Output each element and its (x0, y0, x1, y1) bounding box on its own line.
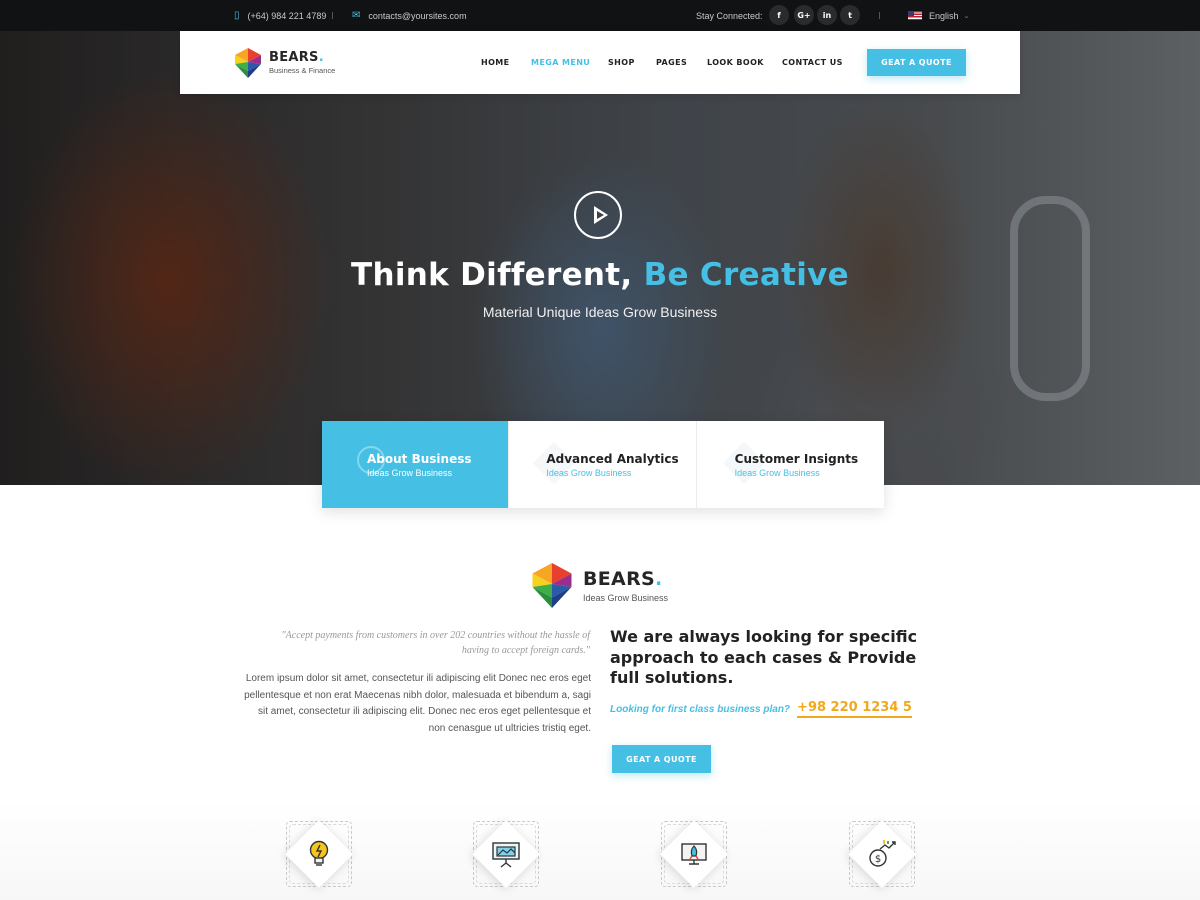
get-quote-button[interactable]: GEAT A QUOTE (867, 49, 966, 76)
logo-wordmark: BEARS. (583, 567, 668, 590)
feature-subtitle: Ideas Grow Business (546, 468, 632, 478)
logo-name: BEARS (583, 567, 655, 590)
logo-wordmark: BEARS. (269, 51, 335, 65)
service-card-growth[interactable]: $ (848, 820, 916, 888)
linkedin-icon[interactable]: in (817, 5, 837, 25)
hero-subtitle: Material Unique Ideas Grow Business (482, 304, 718, 320)
topbar-divider (879, 12, 880, 19)
presentation-board-icon (473, 821, 539, 887)
feature-title: About Business (367, 452, 472, 466)
topbar-phone-text: (+64) 984 221 4789 (247, 10, 327, 21)
stay-connected-label: Stay Connected: (696, 10, 763, 21)
menu-item-contact-us[interactable]: CONTACT US (782, 58, 843, 67)
play-video-button[interactable] (574, 191, 622, 239)
twitter-icon[interactable]: t (840, 5, 860, 25)
about-paragraph: Lorem ipsum dolor sit amet, consectetur … (244, 673, 591, 734)
lightbulb-icon (286, 821, 352, 887)
hero-title-plain: Think Different, (351, 257, 633, 293)
language-label: English (929, 10, 959, 21)
feature-title: Customer Insignts (734, 452, 859, 466)
contact-phone-link[interactable]: +98 220 1234 5 (797, 700, 912, 718)
about-heading: We are always looking for specific appro… (610, 627, 918, 687)
svg-text:$: $ (875, 854, 881, 865)
services-background (0, 800, 1200, 900)
logo-name: BEARS (269, 50, 319, 65)
mobile-phone-icon: ▯ (234, 10, 240, 21)
bears-logo-icon (235, 48, 261, 78)
envelope-icon: ✉ (352, 10, 361, 21)
business-plan-line: Looking for first class business plan? +… (610, 700, 912, 718)
google-plus-icon[interactable]: G+ (794, 5, 814, 25)
logo-dot: . (318, 50, 324, 65)
business-plan-question: Looking for first class business plan? (610, 703, 791, 715)
topbar-email[interactable]: ✉ contacts@yoursites.com (352, 0, 467, 31)
logo-tagline: Ideas Grow Business (583, 592, 669, 603)
topbar-email-text[interactable]: contacts@yoursites.com (368, 11, 466, 21)
feature-title: Advanced Analytics (546, 452, 679, 466)
section-logo: BEARS. Ideas Grow Business (531, 562, 668, 609)
logo-tagline: Business & Finance (269, 66, 336, 75)
logo-dot: . (654, 567, 663, 590)
feature-about-business[interactable]: About Business Ideas Grow Business (322, 421, 510, 508)
menu-item-shop[interactable]: SHOP (608, 58, 635, 67)
topbar-phone: ▯ (+64) 984 221 4789 (234, 0, 326, 31)
about-quote-button[interactable]: GEAT A QUOTE (612, 745, 711, 773)
language-selector[interactable]: English ⌄ (908, 0, 969, 31)
feature-advanced-analytics[interactable]: Advanced Analytics Ideas Grow Business (509, 421, 697, 508)
header-logo[interactable]: BEARS. Business & Finance (234, 48, 335, 78)
service-card-idea[interactable] (285, 820, 353, 888)
main-navigation: BEARS. Business & Finance HOME MEGA MENU… (180, 31, 1020, 94)
menu-item-mega-menu[interactable]: MEGA MENU (531, 58, 590, 67)
testimonial-quote: "Accept payments from customers in over … (281, 630, 590, 656)
us-flag-icon (908, 11, 922, 20)
bears-logo-icon (532, 563, 572, 608)
menu-item-home[interactable]: HOME (481, 58, 510, 67)
service-card-presentation[interactable] (472, 820, 540, 888)
service-card-launch[interactable] (660, 820, 728, 888)
facebook-icon[interactable]: f (769, 5, 789, 25)
topbar-divider (332, 12, 333, 19)
money-growth-icon: $ (849, 821, 915, 887)
menu-item-look-book[interactable]: LOOK BOOK (707, 58, 764, 67)
chevron-down-icon: ⌄ (963, 12, 970, 20)
top-bar: ▯ (+64) 984 221 4789 ✉ contacts@yoursite… (0, 0, 1200, 31)
hero-title-accent: Be Creative (643, 257, 849, 293)
hero-title: Think Different, Be Creative (0, 257, 1200, 293)
menu-item-pages[interactable]: PAGES (656, 58, 687, 67)
feature-customer-insights[interactable]: Customer Insignts Ideas Grow Business (697, 421, 884, 508)
feature-subtitle: Ideas Grow Business (734, 468, 820, 478)
rocket-launch-icon (661, 821, 727, 887)
feature-subtitle: Ideas Grow Business (367, 468, 453, 478)
feature-boxes: About Business Ideas Grow Business Advan… (322, 421, 884, 508)
